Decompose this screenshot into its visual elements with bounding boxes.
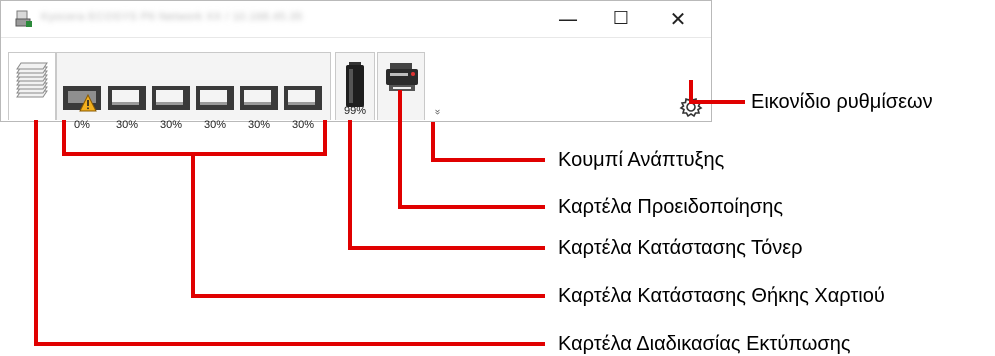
close-button[interactable]: ✕ xyxy=(653,1,703,37)
label-alert-tab: Καρτέλα Προειδοποίησης xyxy=(558,196,783,218)
status-toolbar: 0% 30% 30% 30% 30% 30% 99% » xyxy=(1,37,711,131)
tray-2-level: 30% xyxy=(115,119,139,131)
callout-line-tray-v xyxy=(191,152,195,298)
tray-1-icon xyxy=(63,86,101,112)
label-expand-button: Κουμπί Ανάπτυξης xyxy=(558,149,725,171)
callout-line-expand-v xyxy=(431,122,435,160)
tray-3-icon xyxy=(152,86,190,110)
tray-5-level: 30% xyxy=(247,119,271,131)
status-monitor-window: Kyocera ECOSYS P6 Network XX / 10.168.45… xyxy=(0,0,712,131)
callout-line-print-h xyxy=(34,342,545,346)
tray-6-level: 30% xyxy=(291,119,315,131)
label-toner-tab: Καρτέλα Κατάστασης Τόνερ xyxy=(558,237,803,259)
tray-2-icon xyxy=(108,86,146,110)
tray-6-icon xyxy=(284,86,322,110)
tray-4-level: 30% xyxy=(203,119,227,131)
label-tray-tab: Καρτέλα Κατάστασης Θήκης Χαρτιού xyxy=(558,285,885,307)
toner-cartridge-icon xyxy=(346,62,364,107)
callout-line-settings-h xyxy=(689,100,745,104)
callout-line-expand-h xyxy=(431,158,545,162)
expand-button[interactable]: » xyxy=(430,104,444,120)
window-title: Kyocera ECOSYS P6 Network XX / 10.168.45… xyxy=(41,11,303,23)
toner-level: 99% xyxy=(343,105,367,117)
callout-line-alert-v xyxy=(398,90,402,207)
tray-4-icon xyxy=(196,86,234,110)
printer-app-icon xyxy=(15,10,32,27)
tray-3-level: 30% xyxy=(159,119,183,131)
maximize-button[interactable]: ☐ xyxy=(596,1,646,37)
callout-bracket-tray-left xyxy=(62,120,66,156)
label-print-tab: Καρτέλα Διαδικασίας Εκτύπωσης xyxy=(558,333,851,355)
tray-1-level: 0% xyxy=(74,119,90,131)
callout-line-toner-v xyxy=(348,120,352,250)
minimize-button[interactable]: — xyxy=(543,1,593,37)
callout-line-tray-h xyxy=(191,294,545,298)
toner-status-tab[interactable]: 99% xyxy=(335,52,375,120)
print-process-tab[interactable] xyxy=(8,52,56,120)
document-stack-icon xyxy=(16,62,48,98)
callout-bracket-tray-right xyxy=(323,120,327,156)
tray-5-icon xyxy=(240,86,278,110)
multifunction-printer-icon xyxy=(386,63,418,91)
label-settings-icon: Εικονίδιο ρυθμίσεων xyxy=(751,91,933,113)
paper-tray-tab[interactable]: 0% 30% 30% 30% 30% 30% xyxy=(56,52,331,131)
callout-line-print-v xyxy=(34,120,38,346)
title-bar[interactable]: Kyocera ECOSYS P6 Network XX / 10.168.45… xyxy=(1,1,711,37)
callout-line-alert-h xyxy=(398,205,545,209)
callout-line-toner-h xyxy=(348,246,545,250)
